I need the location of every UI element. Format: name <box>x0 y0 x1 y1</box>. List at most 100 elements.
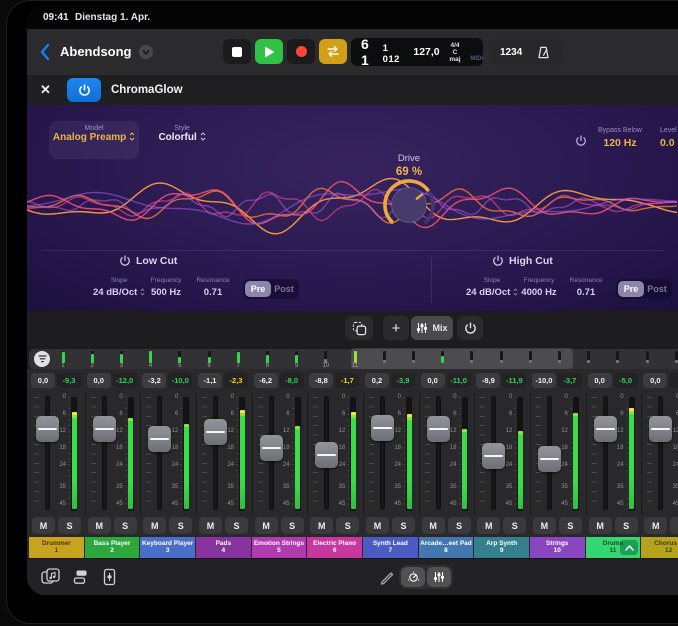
volume-value[interactable]: 0,0 <box>31 373 55 388</box>
track-name-cell[interactable]: Synth Lead7 <box>363 537 418 558</box>
volume-value[interactable]: 0,0 <box>421 373 445 388</box>
volume-value[interactable]: -10,0 <box>532 373 556 388</box>
fader-cap[interactable] <box>315 442 338 468</box>
mute-button[interactable]: M <box>366 517 389 534</box>
solo-button[interactable]: S <box>503 517 526 534</box>
track-name-cell[interactable]: Bass Player2 <box>85 537 140 558</box>
fader-strip-icon[interactable] <box>103 568 116 586</box>
cycle-button[interactable] <box>319 39 347 64</box>
fader-track[interactable] <box>603 396 608 510</box>
mute-button[interactable]: M <box>477 517 500 534</box>
high-cut-post-button[interactable]: Post <box>644 281 670 297</box>
filter-tracks-icon[interactable] <box>34 351 50 367</box>
low-cut-power-icon[interactable] <box>119 255 131 267</box>
level-control[interactable]: Level 0.0 <box>660 127 678 149</box>
mix-toggle-button[interactable]: Mix <box>411 316 453 340</box>
solo-button[interactable]: S <box>58 517 81 534</box>
track-name-cell[interactable]: Drummer1 <box>29 537 84 558</box>
volume-value[interactable]: -8,8 <box>309 373 333 388</box>
mute-button[interactable]: M <box>32 517 55 534</box>
model-selector[interactable]: Model Analog Preamp <box>49 121 139 159</box>
track-name-cell[interactable]: Drums11 <box>586 537 641 558</box>
volume-value[interactable]: -3,2 <box>142 373 166 388</box>
solo-button[interactable]: S <box>615 517 638 534</box>
fader-track[interactable] <box>102 396 107 510</box>
browser-loops-icon[interactable] <box>41 568 60 586</box>
mute-button[interactable]: M <box>310 517 333 534</box>
solo-button[interactable]: S <box>281 517 304 534</box>
track-name-cell[interactable]: Arp Synth9 <box>474 537 529 558</box>
metronome-icon[interactable] <box>536 45 551 60</box>
high-cut-power-icon[interactable] <box>492 255 504 267</box>
fader-track[interactable] <box>157 396 162 510</box>
plugin-tiles-icon[interactable] <box>73 569 90 585</box>
fader-track[interactable] <box>380 396 385 510</box>
drive-knob[interactable] <box>381 177 437 233</box>
expand-stack-button[interactable] <box>620 540 638 555</box>
fader-cap[interactable] <box>371 415 394 441</box>
mute-button[interactable]: M <box>422 517 445 534</box>
mixer-power-button[interactable] <box>457 316 483 340</box>
high-cut-pre-button[interactable]: Pre <box>618 281 644 297</box>
mute-button[interactable]: M <box>255 517 278 534</box>
lcd-display[interactable]: 6 1 1 012 127,0 4/4 C maj MIDI <box>351 38 483 66</box>
fader-track[interactable] <box>213 396 218 510</box>
low-cut-pre-button[interactable]: Pre <box>245 281 271 297</box>
record-button[interactable] <box>287 39 315 64</box>
volume-value[interactable]: 0,0 <box>87 373 111 388</box>
track-name-cell[interactable]: Keyboard Player3 <box>140 537 195 558</box>
fader-cap[interactable] <box>482 443 505 469</box>
track-name-cell[interactable]: Strings10 <box>530 537 585 558</box>
mute-button[interactable]: M <box>589 517 612 534</box>
volume-value[interactable]: -6,2 <box>254 373 278 388</box>
low-cut-param-resonance[interactable]: Resonance0.71 <box>183 277 243 298</box>
back-chevron-icon[interactable] <box>39 43 51 61</box>
solo-button[interactable]: S <box>448 517 471 534</box>
fader-cap[interactable] <box>148 426 171 452</box>
fader-track[interactable] <box>658 396 663 510</box>
solo-button[interactable]: S <box>169 517 192 534</box>
volume-value[interactable]: 0,0 <box>643 373 667 388</box>
solo-button[interactable]: S <box>392 517 415 534</box>
add-track-button[interactable]: + <box>383 316 409 340</box>
mute-button[interactable]: M <box>199 517 222 534</box>
mute-button[interactable]: M <box>533 517 556 534</box>
play-button[interactable] <box>255 39 283 64</box>
duplicate-button[interactable] <box>345 316 373 340</box>
solo-button[interactable]: S <box>670 517 678 534</box>
stop-button[interactable] <box>223 39 251 64</box>
volume-value[interactable]: 0,2 <box>365 373 389 388</box>
fader-cap[interactable] <box>36 416 59 442</box>
track-name-cell[interactable]: Pads4 <box>196 537 251 558</box>
track-overview-strip[interactable]: 1234567891011 <box>29 349 678 369</box>
fader-cap[interactable] <box>649 416 672 442</box>
style-selector[interactable]: Style Colorful <box>145 121 219 159</box>
knob-mode-button[interactable] <box>401 567 425 587</box>
faders-mode-button[interactable] <box>427 567 451 587</box>
volume-value[interactable]: -8,9 <box>476 373 500 388</box>
solo-button[interactable]: S <box>336 517 359 534</box>
fader-cap[interactable] <box>594 416 617 442</box>
volume-value[interactable]: -1,1 <box>198 373 222 388</box>
track-name-cell[interactable]: Chorus V12 <box>641 537 678 558</box>
mute-button[interactable]: M <box>143 517 166 534</box>
close-icon[interactable]: ✕ <box>40 82 51 98</box>
song-menu-chevron-icon[interactable] <box>139 45 153 59</box>
fader-track[interactable] <box>45 396 50 510</box>
track-name-cell[interactable]: Arcade…eet Pad8 <box>419 537 474 558</box>
fader-cap[interactable] <box>427 416 450 442</box>
fader-cap[interactable] <box>93 416 116 442</box>
plugin-power-button[interactable] <box>67 78 101 102</box>
low-cut-prepost-toggle[interactable]: PrePost <box>243 279 299 299</box>
solo-button[interactable]: S <box>559 517 582 534</box>
fader-cap[interactable] <box>204 419 227 445</box>
bypass-control[interactable]: Bypass Below 120 Hz <box>583 127 657 149</box>
track-name-cell[interactable]: Electric Piano6 <box>307 537 362 558</box>
track-name-cell[interactable]: Emotion Strings5 <box>252 537 307 558</box>
count-in-button[interactable]: 1234 <box>500 47 522 58</box>
song-title[interactable]: Abendsong <box>60 44 132 59</box>
fader-track[interactable] <box>436 396 441 510</box>
mute-button[interactable]: M <box>88 517 111 534</box>
high-cut-prepost-toggle[interactable]: PrePost <box>616 279 672 299</box>
fader-cap[interactable] <box>538 446 561 472</box>
